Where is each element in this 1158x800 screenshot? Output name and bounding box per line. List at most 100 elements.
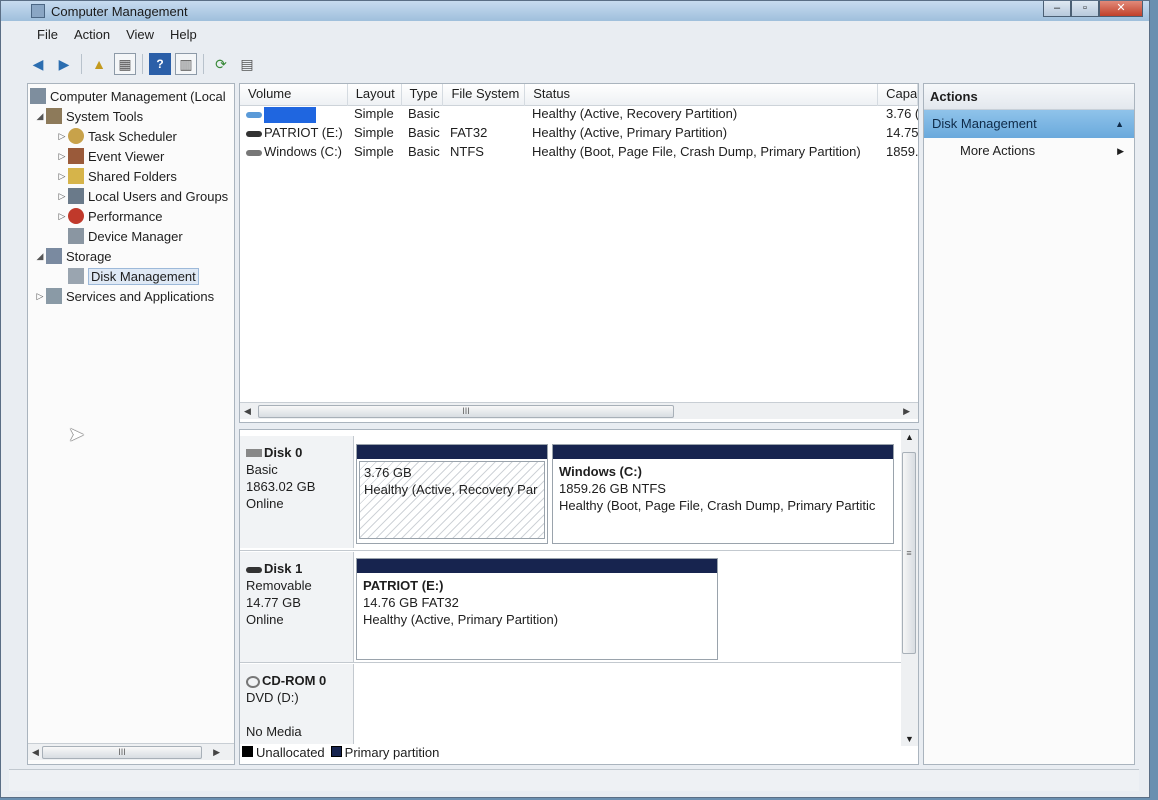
volume-status: Healthy (Active, Recovery Partition) xyxy=(532,106,738,121)
maximize-button[interactable]: ▫ xyxy=(1071,1,1099,17)
volume-row[interactable]: PATRIOT (E:) Simple Basic FAT32 Healthy … xyxy=(240,125,918,144)
tree-item-performance[interactable]: ▷ Performance xyxy=(56,206,162,226)
partition-size: 14.76 GB FAT32 xyxy=(363,595,459,610)
volume-row[interactable]: Simple Basic Healthy (Active, Recovery P… xyxy=(240,106,919,125)
show-hide-console-tree-icon[interactable]: ▦ xyxy=(114,53,136,75)
volume-name: Windows (C:) xyxy=(264,144,343,159)
volume-row[interactable]: Windows (C:) Simple Basic NTFS Healthy (… xyxy=(240,144,919,163)
tree-item-device-manager[interactable]: Device Manager xyxy=(56,226,183,246)
actions-pane: Actions Disk Management ▲ More Actions ▶ xyxy=(923,83,1135,765)
scroll-left-icon[interactable]: ◀ xyxy=(32,747,39,758)
column-file-system[interactable]: File System xyxy=(443,84,526,106)
cdrom-0-label[interactable]: CD-ROM 0 DVD (D:) No Media xyxy=(240,664,354,744)
disk-legend: Unallocated Primary partition xyxy=(242,745,439,760)
volume-list-header: Volume Layout Type File System Status Ca… xyxy=(240,84,918,106)
volume-layout: Simple xyxy=(354,106,394,121)
partition-status: Healthy (Boot, Page File, Crash Dump, Pr… xyxy=(559,498,876,513)
scrollbar-thumb[interactable]: III xyxy=(258,405,674,418)
disk-view-vertical-scrollbar[interactable]: ▲ ≡ ▼ xyxy=(901,430,918,746)
disk-kind: Removable xyxy=(246,578,312,593)
disk-1-label[interactable]: Disk 1 Removable 14.77 GB Online xyxy=(240,552,354,662)
tree-root[interactable]: Computer Management (Local xyxy=(30,86,226,106)
expander-icon[interactable]: ▷ xyxy=(56,171,68,182)
disk-name: Disk 0 xyxy=(264,445,303,460)
services-icon xyxy=(46,288,62,304)
tree-item-services-applications[interactable]: ▷ Services and Applications xyxy=(34,286,214,306)
menu-action[interactable]: Action xyxy=(66,25,118,47)
forward-arrow-icon[interactable]: ▶ xyxy=(53,53,75,75)
expander-icon[interactable]: ◢ xyxy=(34,251,46,262)
help-icon[interactable]: ? xyxy=(149,53,171,75)
partition-windows-c[interactable]: Windows (C:) 1859.26 GB NTFS Healthy (Bo… xyxy=(552,444,894,544)
expander-icon[interactable]: ▷ xyxy=(56,211,68,222)
tree-item-disk-management[interactable]: Disk Management xyxy=(56,266,199,286)
legend-label: Unallocated xyxy=(256,745,325,760)
scroll-down-icon[interactable]: ▼ xyxy=(905,734,914,744)
column-volume[interactable]: Volume xyxy=(240,84,348,106)
volume-layout: Simple xyxy=(354,125,394,140)
collapse-icon[interactable]: ▲ xyxy=(1115,110,1124,138)
expander-icon[interactable]: ▷ xyxy=(56,151,68,162)
scrollbar-thumb[interactable]: III xyxy=(42,746,202,759)
expander-icon[interactable]: ▷ xyxy=(56,131,68,142)
column-type[interactable]: Type xyxy=(402,84,444,106)
partition-patriot-e[interactable]: PATRIOT (E:) 14.76 GB FAT32 Healthy (Act… xyxy=(356,558,718,660)
menu-help[interactable]: Help xyxy=(162,25,205,47)
event-viewer-icon xyxy=(68,148,84,164)
action-more-actions[interactable]: More Actions ▶ xyxy=(924,138,1134,164)
tree-item-shared-folders[interactable]: ▷ Shared Folders xyxy=(56,166,177,186)
volume-capacity: 1859. xyxy=(886,144,919,159)
volume-name: PATRIOT (E:) xyxy=(264,125,343,140)
menu-view[interactable]: View xyxy=(118,25,162,47)
scrollbar-thumb[interactable]: ≡ xyxy=(902,452,916,654)
up-folder-icon[interactable]: ▲ xyxy=(88,53,110,75)
tree-item-task-scheduler[interactable]: ▷ Task Scheduler xyxy=(56,126,177,146)
menu-file[interactable]: File xyxy=(29,25,66,47)
disk-kind: Basic xyxy=(246,462,278,477)
storage-icon xyxy=(46,248,62,264)
scroll-left-icon[interactable]: ◀ xyxy=(244,406,251,417)
properties-icon[interactable]: ▤ xyxy=(236,53,258,75)
minimize-button[interactable]: – xyxy=(1043,1,1071,17)
tools-icon xyxy=(46,108,62,124)
shared-folder-icon xyxy=(68,168,84,184)
partition-status: Healthy (Active, Recovery Par xyxy=(364,482,538,497)
column-status[interactable]: Status xyxy=(525,84,879,106)
disk-name: CD-ROM 0 xyxy=(262,673,327,688)
toolbar-separator xyxy=(142,54,143,74)
legend-swatch xyxy=(242,746,253,757)
tree-item-label: System Tools xyxy=(66,108,144,124)
close-button[interactable]: ✕ xyxy=(1099,1,1143,17)
expander-icon[interactable]: ▷ xyxy=(34,291,46,302)
tree-horizontal-scrollbar[interactable]: ◀ III ▶ xyxy=(28,743,234,760)
title-bar[interactable]: Computer Management – ▫ ✕ xyxy=(1,1,1149,21)
back-arrow-icon[interactable]: ◀ xyxy=(27,53,49,75)
actions-section-disk-management[interactable]: Disk Management ▲ xyxy=(924,110,1134,138)
partition-recovery[interactable]: 3.76 GB Healthy (Active, Recovery Par xyxy=(356,444,548,544)
tree-item-event-viewer[interactable]: ▷ Event Viewer xyxy=(56,146,164,166)
expander-icon[interactable]: ▷ xyxy=(56,191,68,202)
scroll-right-icon[interactable]: ▶ xyxy=(213,747,220,758)
refresh-icon[interactable]: ⟳ xyxy=(210,53,232,75)
column-layout[interactable]: Layout xyxy=(348,84,402,106)
show-hide-action-pane-icon[interactable]: ▥ xyxy=(175,53,197,75)
volume-list-horizontal-scrollbar[interactable]: ◀ III ▶ xyxy=(240,402,918,419)
expander-icon[interactable]: ◢ xyxy=(34,111,46,122)
legend-unallocated: Unallocated xyxy=(242,745,325,760)
tree-item-label: Storage xyxy=(66,248,112,264)
scroll-right-icon[interactable]: ▶ xyxy=(903,406,910,417)
computer-icon xyxy=(30,88,46,104)
partition-name: Windows (C:) xyxy=(559,464,642,479)
scroll-up-icon[interactable]: ▲ xyxy=(905,432,914,442)
tree-item-storage[interactable]: ◢ Storage xyxy=(34,246,112,266)
computer-management-icon xyxy=(31,4,45,18)
console-tree: Computer Management (Local ◢ System Tool… xyxy=(27,83,235,765)
disk-0-label[interactable]: Disk 0 Basic 1863.02 GB Online xyxy=(240,436,354,548)
volume-status: Healthy (Boot, Page File, Crash Dump, Pr… xyxy=(532,144,861,159)
tree-item-system-tools[interactable]: ◢ System Tools xyxy=(34,106,143,126)
disk-name: Disk 1 xyxy=(264,561,303,576)
volume-status: Healthy (Active, Primary Partition) xyxy=(532,125,728,140)
volume-capacity: 3.76 ( xyxy=(886,106,919,121)
tree-item-local-users[interactable]: ▷ Local Users and Groups xyxy=(56,186,228,206)
column-capacity[interactable]: Capa xyxy=(878,84,918,106)
